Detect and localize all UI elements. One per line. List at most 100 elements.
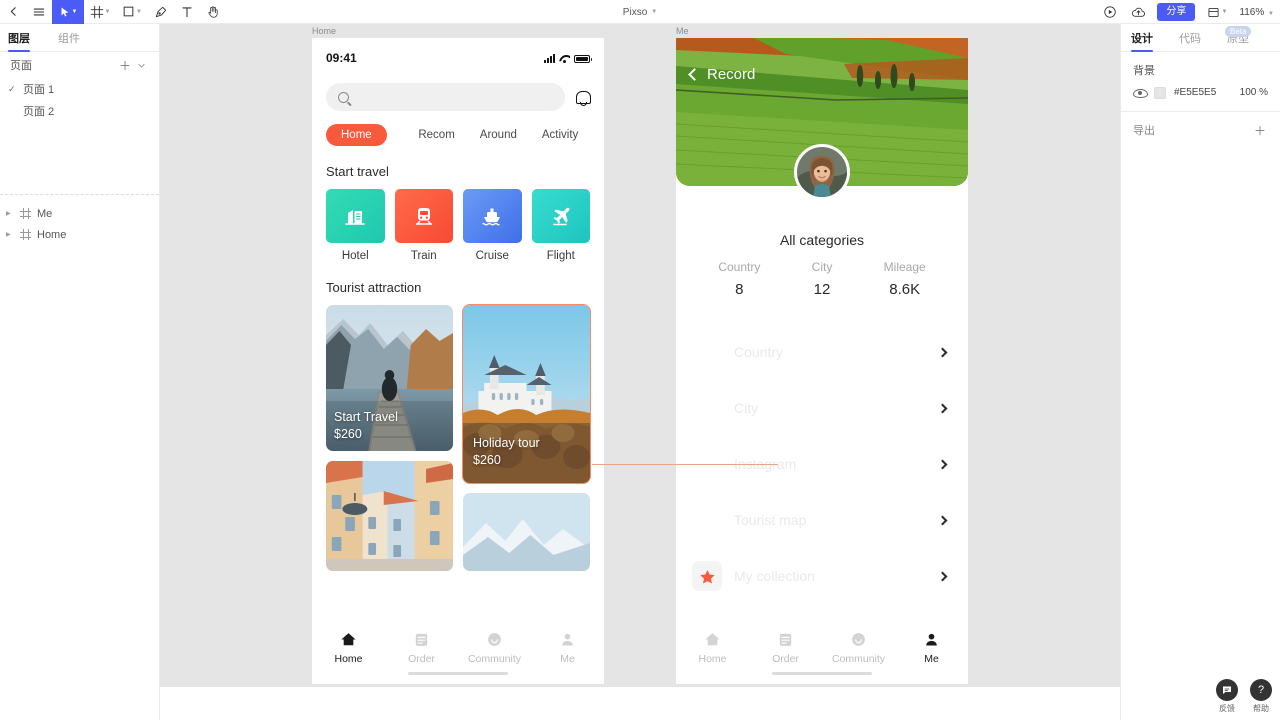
eye-icon[interactable] xyxy=(1133,86,1148,99)
nav-label: Me xyxy=(560,653,575,665)
document-title-menu[interactable]: Pixso ▼ xyxy=(623,7,657,18)
layer-item-me[interactable]: ▶ Me xyxy=(0,203,159,224)
cloud-upload-icon xyxy=(1131,7,1145,17)
train-icon xyxy=(415,208,432,225)
chevron-left-icon xyxy=(688,68,701,81)
cards-column-left: Start Travel $260 xyxy=(326,305,453,571)
frame-tool-button[interactable]: ▼ xyxy=(84,0,116,24)
tab-components[interactable]: 组件 xyxy=(58,24,80,51)
card-start-travel[interactable]: Start Travel $260 xyxy=(326,305,453,451)
status-bar: 09:41 xyxy=(312,38,604,78)
cloud-upload-button[interactable] xyxy=(1125,0,1151,24)
artboard-me[interactable]: Record All categories Country 8 City 12 … xyxy=(676,38,968,684)
frame-label-me[interactable]: Me xyxy=(676,26,689,36)
european-street-image xyxy=(326,461,453,571)
hotel-tile[interactable] xyxy=(326,189,385,243)
share-button[interactable]: 分享 xyxy=(1157,3,1196,21)
menu-label: Tourist map xyxy=(734,512,807,528)
zoom-level[interactable]: 116% ▼ xyxy=(1235,7,1274,18)
menu-row-tourist-map[interactable]: Tourist map xyxy=(676,492,968,548)
nav-order[interactable]: Order xyxy=(385,631,458,665)
chevron-right-icon[interactable]: ▶ xyxy=(6,210,14,217)
profile-stats: Country 8 City 12 Mileage 8.6K xyxy=(676,260,968,298)
add-export-icon[interactable]: ＋ xyxy=(1252,122,1268,138)
category-train[interactable]: Train xyxy=(394,189,453,262)
artboard-home[interactable]: 09:41 Home Recom Around Activity Start t… xyxy=(312,38,604,684)
chevron-right-icon[interactable]: ▶ xyxy=(6,231,14,238)
background-row: #E5E5E5 100 % xyxy=(1121,82,1280,112)
notification-bell-icon[interactable] xyxy=(575,89,591,106)
main-menu-button[interactable] xyxy=(26,0,52,24)
menu-row-city[interactable]: City xyxy=(676,380,968,436)
category-hotel[interactable]: Hotel xyxy=(326,189,385,262)
stat-value: 8 xyxy=(735,281,744,298)
tab-home[interactable]: Home xyxy=(326,124,387,146)
present-button[interactable] xyxy=(1097,0,1123,24)
pixso-design-editor: ▼ ▼ ▼ Pixso ▼ 分享 ▼ 116% ▼ 图层 组件 页面 ＋ ✓ 页… xyxy=(0,0,1280,720)
card-caption: Start Travel $260 xyxy=(334,409,445,443)
menu-row-my-collection[interactable]: My collection xyxy=(676,548,968,604)
shape-tool-button[interactable]: ▼ xyxy=(116,0,148,24)
pages-header-label: 页面 xyxy=(10,60,32,72)
layer-item-home[interactable]: ▶ Home xyxy=(0,224,159,245)
card-title: Holiday tour xyxy=(473,436,540,451)
document-title: Pixso xyxy=(622,6,648,18)
nav-me[interactable]: Me xyxy=(531,631,604,665)
nav-order[interactable]: Order xyxy=(749,631,822,665)
back-button[interactable] xyxy=(0,0,26,24)
chevron-down-icon[interactable] xyxy=(133,57,149,73)
search-input[interactable] xyxy=(326,83,565,111)
nav-home[interactable]: Home xyxy=(676,631,749,665)
design-canvas[interactable]: Home Me 09:41 Home Recom Around Activity… xyxy=(160,24,1120,687)
tab-layers[interactable]: 图层 xyxy=(8,24,30,52)
hand-tool-button[interactable] xyxy=(200,0,226,24)
check-icon: ✓ xyxy=(8,83,16,94)
page-item-1[interactable]: ✓ 页面 1 xyxy=(0,78,159,100)
feedback-icon xyxy=(1216,679,1238,701)
tab-activity[interactable]: Activity xyxy=(530,124,590,146)
flight-tile[interactable] xyxy=(531,189,590,243)
card-holiday-tour[interactable]: Holiday tour $260 xyxy=(462,304,591,484)
page-item-2[interactable]: 页面 2 xyxy=(0,100,159,122)
train-tile[interactable] xyxy=(394,189,453,243)
category-cruise[interactable]: Cruise xyxy=(463,189,522,262)
help-button[interactable]: ? 帮助 xyxy=(1250,679,1272,714)
nav-community[interactable]: Community xyxy=(822,631,895,665)
help-icon: ? xyxy=(1250,679,1272,701)
avatar[interactable] xyxy=(794,144,850,200)
card-caption: Holiday tour $260 xyxy=(463,423,590,483)
color-swatch[interactable] xyxy=(1154,86,1166,99)
category-flight[interactable]: Flight xyxy=(531,189,590,262)
stat-city: City 12 xyxy=(781,260,864,298)
nav-me[interactable]: Me xyxy=(895,631,968,665)
pen-tool-button[interactable] xyxy=(148,0,174,24)
card-european-street[interactable] xyxy=(326,461,453,571)
feedback-button[interactable]: 反馈 xyxy=(1216,679,1238,714)
card-snow-mountain[interactable] xyxy=(463,493,590,571)
person-icon xyxy=(562,633,573,646)
menu-row-country[interactable]: Country xyxy=(676,324,968,380)
text-tool-button[interactable] xyxy=(174,0,200,24)
background-hex[interactable]: #E5E5E5 xyxy=(1174,87,1232,98)
battery-icon xyxy=(574,54,592,63)
cruise-tile[interactable] xyxy=(463,189,522,243)
frame-icon xyxy=(90,5,103,18)
tab-code[interactable]: 代码 xyxy=(1179,24,1201,51)
background-opacity[interactable]: 100 % xyxy=(1240,87,1268,98)
menu-label: City xyxy=(734,400,759,416)
record-back-nav[interactable]: Record xyxy=(688,66,755,83)
layout-settings-button[interactable]: ▼ xyxy=(1201,0,1233,24)
frame-label-home[interactable]: Home xyxy=(312,26,336,36)
prototype-connection-line[interactable] xyxy=(592,464,778,465)
order-icon xyxy=(779,633,792,646)
tab-recom[interactable]: Recom xyxy=(407,124,467,146)
tab-design[interactable]: 设计 xyxy=(1131,24,1153,52)
pages-header: 页面 ＋ xyxy=(0,52,159,78)
tab-around[interactable]: Around xyxy=(468,124,528,146)
frame-icon xyxy=(20,229,31,240)
nav-home[interactable]: Home xyxy=(312,631,385,665)
text-icon xyxy=(182,6,192,17)
nav-community[interactable]: Community xyxy=(458,631,531,665)
add-page-icon[interactable]: ＋ xyxy=(117,57,133,73)
move-tool-button[interactable]: ▼ xyxy=(52,0,84,24)
